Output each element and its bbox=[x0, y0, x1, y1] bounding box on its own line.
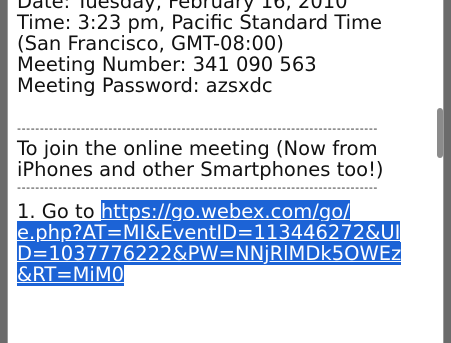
meeting-link-line-4: &RT=MiM0 bbox=[17, 263, 437, 286]
email-body-view: Date: Tuesday, February 16, 2010 Time: 3… bbox=[0, 0, 451, 343]
meeting-link-line-3: D=1037776222&PW=NNjRlMDk5OWEz bbox=[17, 242, 437, 265]
meeting-link-line-2: e.php?AT=MI&EventID=113446272&UI bbox=[17, 221, 437, 244]
meeting-link-part-2[interactable]: e.php?AT=MI&EventID=113446272&UI bbox=[17, 221, 401, 244]
screen-frame-right bbox=[443, 0, 451, 343]
join-intro-line-1: To join the online meeting (Now from bbox=[17, 137, 378, 160]
meeting-link-part-4[interactable]: &RT=MiM0 bbox=[17, 263, 125, 286]
separator-line: ----------------------------------------… bbox=[17, 182, 378, 194]
email-content: Date: Tuesday, February 16, 2010 Time: 3… bbox=[17, 0, 437, 286]
separator-line: ----------------------------------------… bbox=[17, 123, 378, 135]
meeting-link-part-3[interactable]: D=1037776222&PW=NNjRlMDk5OWEz bbox=[17, 242, 402, 265]
timezone-line: (San Francisco, GMT-08:00) bbox=[17, 32, 284, 55]
screen-frame-left bbox=[0, 0, 8, 343]
step-1-line: 1. Go to https://go.webex.com/go/ bbox=[17, 200, 437, 223]
step-1-prefix: 1. Go to bbox=[17, 200, 101, 223]
meeting-link-part-1[interactable]: https://go.webex.com/go/ bbox=[100, 200, 350, 223]
join-intro-line-2: iPhones and other Smartphones too!) bbox=[17, 158, 384, 181]
meeting-password-line: Meeting Password: azsxdc bbox=[17, 74, 273, 97]
time-line: Time: 3:23 pm, Pacific Standard Time bbox=[17, 11, 383, 34]
meeting-number-line: Meeting Number: 341 090 563 bbox=[17, 53, 317, 76]
